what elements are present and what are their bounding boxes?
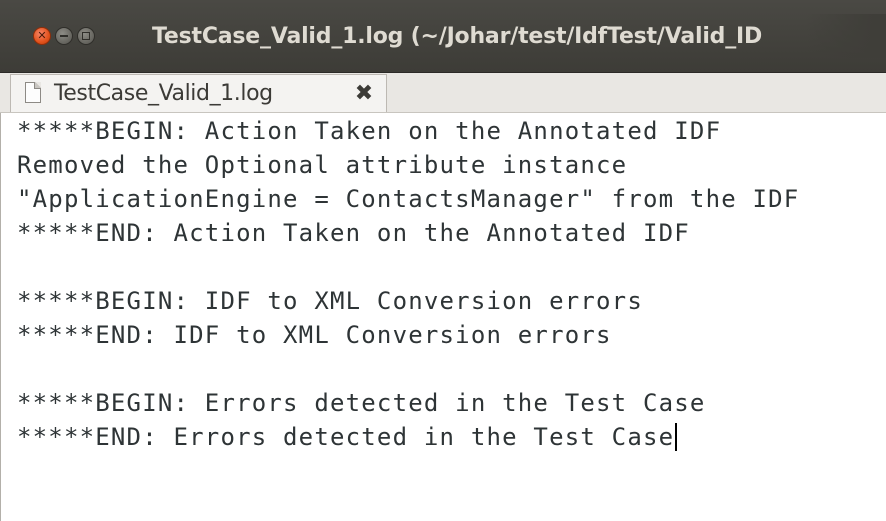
maximize-window-button[interactable] bbox=[77, 27, 95, 45]
editor-line: *****END: Errors detected in the Test Ca… bbox=[17, 423, 675, 451]
editor-last-line: *****END: Errors detected in the Test Ca… bbox=[17, 420, 678, 454]
editor-line: *****END: IDF to XML Conversion errors bbox=[17, 321, 612, 349]
minimize-window-button[interactable] bbox=[55, 27, 73, 45]
editor-line: *****END: Action Taken on the Annotated … bbox=[17, 219, 690, 247]
tab-label: TestCase_Valid_1.log bbox=[54, 81, 273, 106]
editor-line: *****BEGIN: Action Taken on the Annotate… bbox=[17, 117, 722, 145]
close-icon: ✕ bbox=[37, 29, 47, 42]
text-editor[interactable]: *****BEGIN: Action Taken on the Annotate… bbox=[0, 113, 886, 521]
editor-line: *****BEGIN: Errors detected in the Test … bbox=[17, 389, 706, 417]
editor-line: "ApplicationEngine = ContactsManager" fr… bbox=[17, 185, 800, 213]
window-title: TestCase_Valid_1.log (~/Johar/test/IdfTe… bbox=[152, 24, 763, 49]
editor-window: ✕ TestCase_Valid_1.log (~/Johar/test/Idf… bbox=[0, 0, 886, 521]
maximize-icon bbox=[82, 32, 90, 40]
editor-line: *****BEGIN: IDF to XML Conversion errors bbox=[17, 287, 643, 315]
minimize-icon bbox=[60, 35, 68, 37]
text-cursor bbox=[675, 423, 678, 451]
tab-strip: TestCase_Valid_1.log ✖ bbox=[0, 73, 886, 113]
tab-testcase-log[interactable]: TestCase_Valid_1.log ✖ bbox=[10, 74, 387, 112]
title-bar[interactable]: ✕ TestCase_Valid_1.log (~/Johar/test/Idf… bbox=[0, 0, 886, 73]
editor-line: Removed the Optional attribute instance bbox=[17, 151, 628, 179]
document-icon bbox=[25, 82, 41, 103]
tab-close-icon[interactable]: ✖ bbox=[350, 75, 378, 113]
title-fade bbox=[806, 14, 886, 58]
close-window-button[interactable]: ✕ bbox=[33, 27, 51, 45]
